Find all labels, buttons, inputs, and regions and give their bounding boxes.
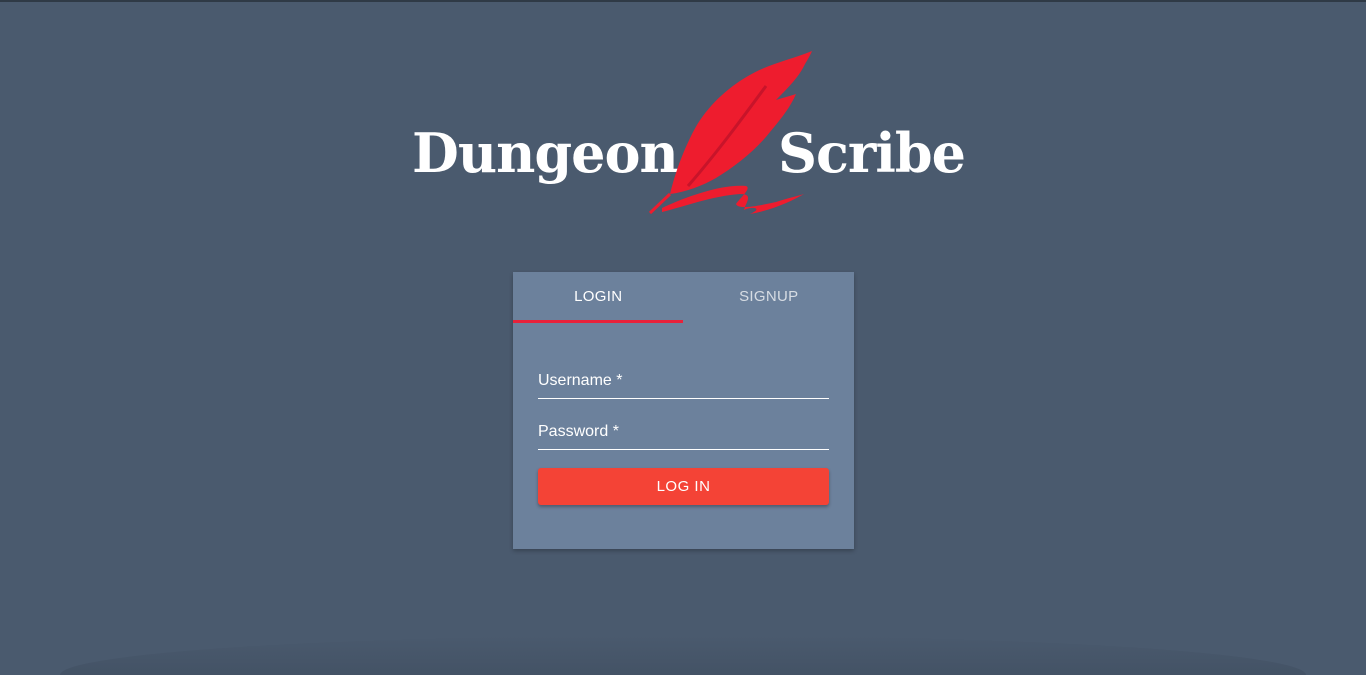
logo-word-right: Scribe	[778, 121, 966, 185]
logo-word-left: Dungeon	[412, 121, 679, 185]
tab-signup[interactable]: SIGNUP	[684, 272, 855, 323]
log-in-button[interactable]: LOG IN	[538, 468, 829, 505]
password-input[interactable]	[538, 419, 833, 451]
active-tab-indicator	[513, 320, 683, 323]
auth-card: LOGIN SIGNUP Username * Password * LOG I…	[513, 272, 854, 549]
username-field[interactable]: Username *	[538, 368, 833, 400]
bottom-shadow	[60, 635, 1306, 675]
window-top-border	[0, 0, 1366, 2]
username-input[interactable]	[538, 368, 833, 400]
auth-tabs: LOGIN SIGNUP	[513, 272, 854, 323]
password-field[interactable]: Password *	[538, 419, 833, 451]
tab-login[interactable]: LOGIN	[513, 272, 684, 323]
